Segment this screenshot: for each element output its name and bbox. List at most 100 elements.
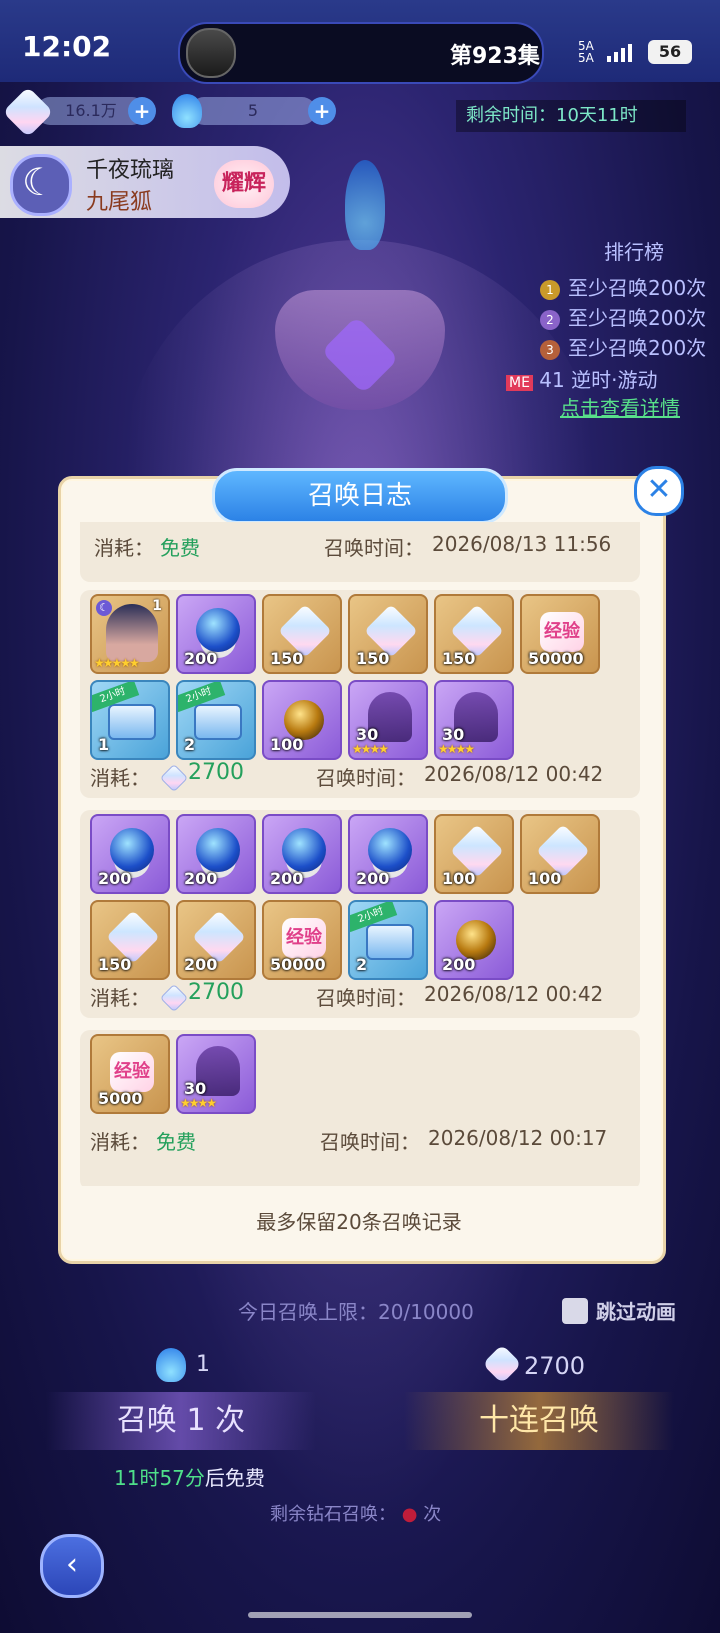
episode-label: 第923集 <box>450 44 540 69</box>
cost-label: 消耗： <box>94 536 154 560</box>
time-value: 2026/08/12 00:17 <box>428 1126 608 1150</box>
cost-label: 消耗： <box>90 1130 150 1154</box>
reward-item[interactable]: 200 <box>176 814 256 894</box>
reward-item[interactable]: 200 <box>348 814 428 894</box>
add-gems-button[interactable]: + <box>128 97 156 125</box>
gem-icon <box>159 763 189 793</box>
reward-item[interactable]: 200 <box>176 594 256 674</box>
rank-row-me: ME 41 逆时·游动 <box>506 364 657 393</box>
rank-detail-link[interactable]: 点击查看详情 <box>560 392 680 421</box>
reward-item[interactable]: 200 <box>90 814 170 894</box>
free-countdown: 11时57分后免费 <box>114 1466 265 1490</box>
media-thumbnail <box>186 28 236 78</box>
cost-value: 2700 <box>188 980 244 1005</box>
flame-icon <box>172 94 202 128</box>
reward-item[interactable]: 30 ★★★★ <box>176 1034 256 1114</box>
record-item: 消耗： 免费 召唤时间： 2026/08/13 11:56 <box>80 522 640 582</box>
time-value: 2026/08/12 00:42 <box>424 982 604 1006</box>
reward-item[interactable]: ☾ 1 ★★★★★ <box>90 594 170 674</box>
skip-animation-label[interactable]: 跳过动画 <box>596 1296 676 1325</box>
reward-item[interactable]: 经验 50000 <box>262 900 342 980</box>
event-timer: 剩余时间：10天11时 <box>456 100 686 132</box>
time-label: 召唤时间： <box>316 766 416 790</box>
dialog-title: 召唤日志 <box>212 468 508 524</box>
character-portrait <box>106 604 158 662</box>
gem-icon <box>159 983 189 1013</box>
character-name: 千夜琉璃 <box>86 158 175 183</box>
moon-icon: ☾ <box>22 160 57 204</box>
gem-icon <box>2 86 54 138</box>
treasure-chest-icon <box>366 924 414 960</box>
summon-once-button[interactable]: 召唤 1 次 <box>46 1392 316 1450</box>
daily-limit: 今日召唤上限：20/10000 <box>238 1300 474 1324</box>
status-time: 12:02 <box>22 30 112 63</box>
rank-row-2: 2 至少召唤200次 <box>540 302 706 331</box>
ten-cost: 2700 <box>524 1352 586 1380</box>
cellular-bars-icon <box>607 44 632 62</box>
reward-item[interactable]: 经验 5000 <box>90 1034 170 1114</box>
reward-item[interactable]: 100 <box>520 814 600 894</box>
character-type: 九尾狐 <box>86 190 153 215</box>
time-value: 2026/08/12 00:42 <box>424 762 604 786</box>
rank-row-1: 1 至少召唤200次 <box>540 272 706 301</box>
reward-item[interactable]: 200 <box>434 900 514 980</box>
reward-item[interactable]: 2小时 1 <box>90 680 170 760</box>
battery-icon: 56 <box>648 40 692 64</box>
record-item: 200 200 200 200 100 100 150 200 经验 50000 … <box>80 810 640 1018</box>
crystal-ball-icon <box>368 828 412 872</box>
time-label: 召唤时间： <box>324 536 424 560</box>
exp-heart-icon: 经验 <box>282 918 326 958</box>
reward-item[interactable]: 经验 50000 <box>520 594 600 674</box>
cost-label: 消耗： <box>90 766 150 790</box>
signal-icon: 5A 5A <box>578 39 594 65</box>
flame-icon <box>156 1348 186 1382</box>
exp-heart-icon: 经验 <box>540 612 584 652</box>
record-item: ☾ 1 ★★★★★ 200 150 150 150 经验 50000 2小时 1 2… <box>80 590 640 798</box>
rank-row-3: 3 至少召唤200次 <box>540 332 706 361</box>
cost-value: 2700 <box>188 760 244 785</box>
treasure-chest-icon <box>194 704 242 740</box>
cost-label: 消耗： <box>90 986 150 1010</box>
add-tickets-button[interactable]: + <box>308 97 336 125</box>
reward-item[interactable]: 150 <box>434 594 514 674</box>
reward-item[interactable]: 150 <box>90 900 170 980</box>
reward-item[interactable]: 150 <box>262 594 342 674</box>
reward-item[interactable]: 200 <box>176 900 256 980</box>
back-icon[interactable]: ‹ <box>40 1534 104 1598</box>
golden-egg-icon <box>456 920 496 960</box>
summon-ten-button[interactable]: 十连召唤 <box>404 1392 674 1450</box>
reward-item[interactable]: 200 <box>262 814 342 894</box>
time-value: 2026/08/13 11:56 <box>432 532 612 556</box>
reward-item[interactable]: 2小时 2 <box>348 900 428 980</box>
close-icon[interactable]: ✕ <box>634 466 684 516</box>
ranking-title[interactable]: 排行榜 <box>604 236 664 265</box>
reward-item[interactable]: 30 ★★★★ <box>434 680 514 760</box>
record-limit-note: 最多保留20条召唤记录 <box>256 1210 462 1234</box>
record-list[interactable]: 消耗： 免费 召唤时间： 2026/08/13 11:56 ☾ 1 ★★★★★ … <box>80 522 640 1186</box>
skip-animation-checkbox[interactable] <box>562 1298 588 1324</box>
remaining-diamond-summons: 剩余钻石召唤： ● 次 <box>270 1504 442 1525</box>
crystal-ball-icon <box>196 608 240 652</box>
single-cost: 1 <box>196 1352 210 1377</box>
reward-item[interactable]: 150 <box>348 594 428 674</box>
blue-flame-decoration <box>345 160 385 250</box>
crystal-ball-icon <box>110 828 154 872</box>
crystal-ball-icon <box>282 828 326 872</box>
golden-egg-icon <box>284 700 324 740</box>
cost-value: 免费 <box>160 536 200 560</box>
record-item: 经验 5000 30 ★★★★ 消耗： 免费 召唤时间： 2026/08/12 00… <box>80 1030 640 1186</box>
crystal-ball-icon <box>196 828 240 872</box>
ticket-balance: 5 <box>190 97 316 125</box>
time-label: 召唤时间： <box>316 986 416 1010</box>
star-rating: ★★★★★ <box>94 656 140 670</box>
exp-heart-icon: 经验 <box>110 1052 154 1092</box>
reward-item[interactable]: 100 <box>434 814 514 894</box>
cost-value: 免费 <box>156 1130 196 1154</box>
moon-icon: ☾ <box>96 600 112 616</box>
reward-item[interactable]: 2小时 2 <box>176 680 256 760</box>
reward-item[interactable]: 30 ★★★★ <box>348 680 428 760</box>
time-label: 召唤时间： <box>320 1130 420 1154</box>
reward-item[interactable]: 100 <box>262 680 342 760</box>
home-indicator[interactable] <box>248 1612 472 1618</box>
treasure-chest-icon <box>108 704 156 740</box>
